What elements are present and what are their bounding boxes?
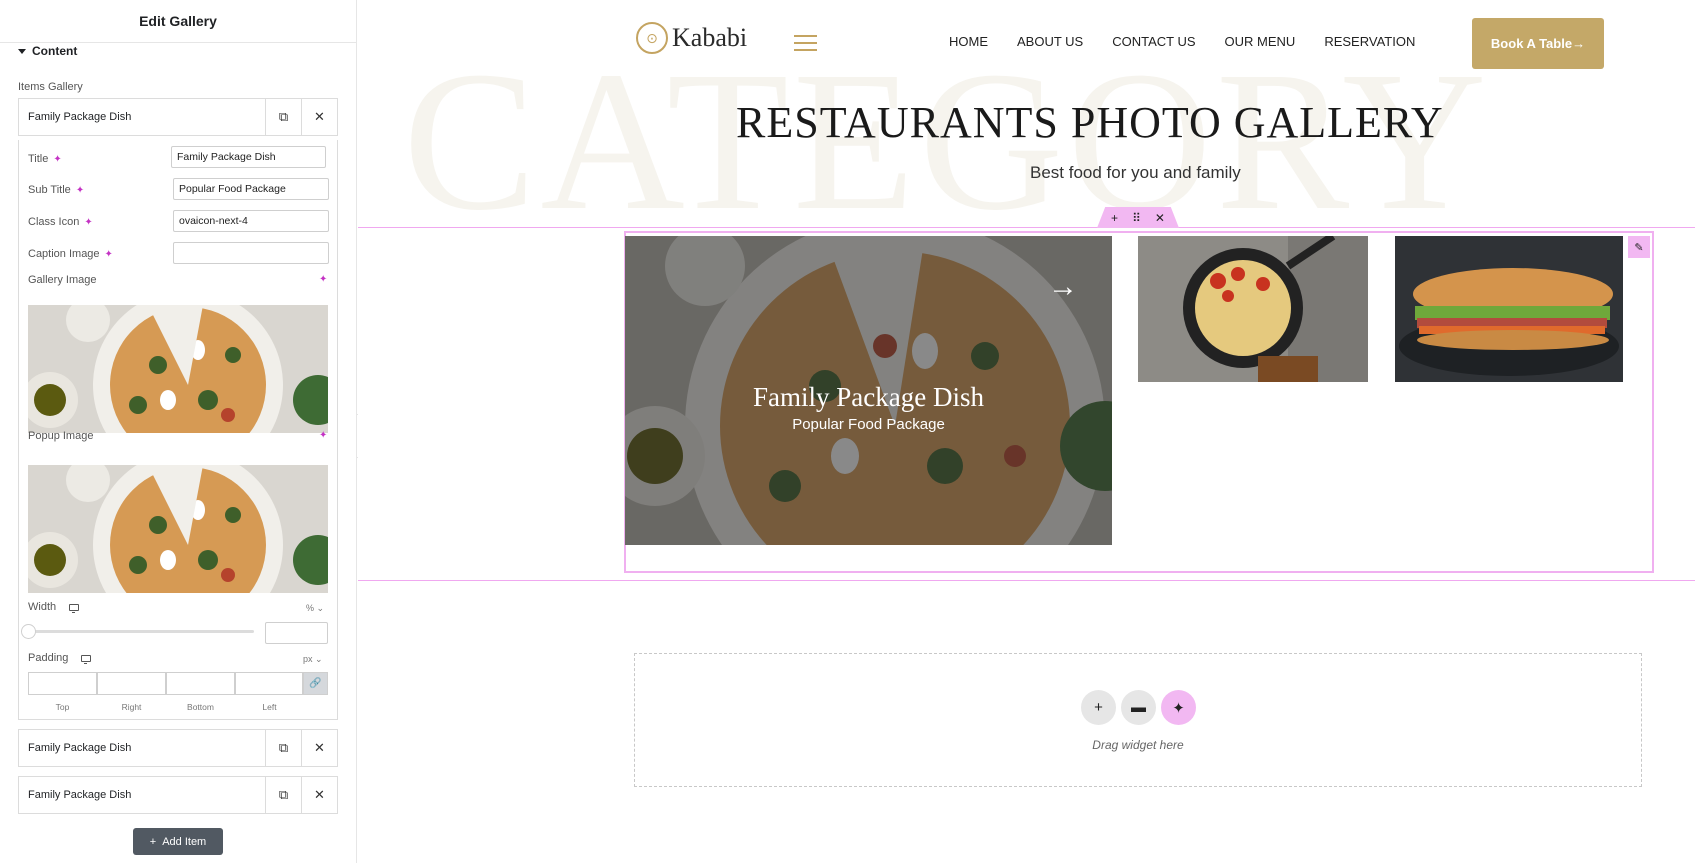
pasta-photo bbox=[1138, 236, 1368, 382]
featured-subtitle: Popular Food Package bbox=[792, 416, 945, 433]
caption-image-input[interactable] bbox=[173, 242, 329, 264]
class-icon-label: Class Icon ✦ bbox=[28, 216, 93, 228]
repeater-item-title: Family Package Dish bbox=[28, 742, 132, 754]
edit-widget-icon[interactable]: ✎ bbox=[1628, 236, 1650, 258]
arrow-right-icon: → bbox=[1572, 36, 1586, 51]
subtitle-input[interactable] bbox=[173, 178, 329, 200]
duplicate-icon[interactable]: ⧉ bbox=[265, 777, 301, 813]
repeater-item-body: Title✦ Sub Title✦ Class Icon✦ Caption Im… bbox=[18, 140, 338, 720]
section-label: Content bbox=[32, 44, 78, 58]
add-item-button[interactable]: + Add Item bbox=[133, 828, 223, 855]
gallery-subtitle: Best food for you and family bbox=[1030, 163, 1241, 182]
padding-right-input[interactable] bbox=[97, 672, 166, 695]
preview-canvas: CATEGORY ⊙ Kababi HOME ABOUT US CONTACT … bbox=[358, 0, 1695, 863]
padding-unit-select[interactable]: px ⌄ bbox=[303, 654, 323, 665]
width-label: Width bbox=[28, 601, 80, 613]
repeater-item-2[interactable]: Family Package Dish ⧉ ✕ bbox=[18, 729, 338, 767]
padding-bottom-label: Bottom bbox=[187, 702, 214, 712]
gallery-image-preview[interactable] bbox=[28, 305, 328, 433]
gallery-image-label: Gallery Image bbox=[28, 274, 97, 286]
folder-icon[interactable]: ▬ bbox=[1121, 690, 1156, 725]
site-logo[interactable]: ⊙ Kababi bbox=[636, 22, 747, 54]
subtitle-label: Sub Title ✦ bbox=[28, 184, 85, 196]
caret-down-icon bbox=[18, 48, 26, 54]
gallery-item-pasta[interactable] bbox=[1138, 236, 1368, 382]
featured-gallery-item[interactable]: → Family Package Dish Popular Food Packa… bbox=[625, 236, 1112, 545]
nav-about-us[interactable]: ABOUT US bbox=[1017, 34, 1083, 49]
nav-home[interactable]: HOME bbox=[949, 34, 988, 49]
close-icon[interactable]: ✕ bbox=[301, 99, 337, 135]
padding-top-input[interactable] bbox=[28, 672, 97, 695]
add-icon[interactable]: + bbox=[1111, 211, 1118, 225]
nav-contact-us[interactable]: CONTACT US bbox=[1112, 34, 1195, 49]
close-icon[interactable]: ✕ bbox=[1155, 211, 1165, 225]
arrow-right-icon[interactable]: → bbox=[1048, 270, 1078, 304]
link-icon[interactable]: 🔗 bbox=[303, 672, 328, 695]
drag-handle-icon[interactable]: ⠿ bbox=[1132, 211, 1141, 225]
padding-left-label: Left bbox=[262, 702, 277, 712]
pizza-image bbox=[28, 465, 328, 593]
pizza-image bbox=[28, 305, 328, 433]
add-icon[interactable]: + bbox=[1081, 690, 1116, 725]
popup-image-label: Popup Image bbox=[28, 430, 94, 442]
sparkle-icon[interactable]: ✦ bbox=[76, 185, 84, 196]
panel-title: Edit Gallery bbox=[0, 0, 356, 43]
gallery-title: RESTAURANTS PHOTO GALLERY bbox=[736, 98, 1444, 147]
caption-image-label: Caption Image ✦ bbox=[28, 248, 113, 260]
items-gallery-label: Items Gallery bbox=[18, 81, 83, 93]
repeater-item-title: Family Package Dish bbox=[28, 111, 132, 123]
plus-icon: + bbox=[149, 835, 157, 848]
repeater-item-1[interactable]: Family Package Dish ⧉ ✕ bbox=[18, 98, 338, 136]
title-input[interactable] bbox=[171, 146, 326, 168]
repeater-item-3[interactable]: Family Package Dish ⧉ ✕ bbox=[18, 776, 338, 814]
padding-left-input[interactable] bbox=[235, 672, 303, 695]
main-nav: HOME ABOUT US CONTACT US OUR MENU RESERV… bbox=[949, 34, 1415, 49]
desktop-icon[interactable] bbox=[81, 654, 92, 664]
padding-bottom-input[interactable] bbox=[166, 672, 235, 695]
sparkle-icon[interactable]: ✦ bbox=[319, 430, 327, 441]
padding-right-label: Right bbox=[121, 702, 142, 712]
class-icon-input[interactable] bbox=[173, 210, 329, 232]
widget-drop-zone[interactable]: + ▬ ✦ Drag widget here bbox=[634, 653, 1642, 787]
desktop-icon[interactable] bbox=[69, 603, 80, 613]
repeater-item-title: Family Package Dish bbox=[28, 789, 132, 801]
padding-label: Padding bbox=[28, 652, 92, 664]
duplicate-icon[interactable]: ⧉ bbox=[265, 99, 301, 135]
book-table-button[interactable]: Book A Table → bbox=[1472, 18, 1604, 69]
content-section-toggle[interactable]: Content bbox=[18, 44, 77, 58]
spoon-fork-icon: ⊙ bbox=[636, 22, 668, 54]
close-icon[interactable]: ✕ bbox=[301, 730, 337, 766]
nav-reservation[interactable]: RESERVATION bbox=[1324, 34, 1415, 49]
section-handle[interactable]: + ⠿ ✕ bbox=[1097, 207, 1179, 228]
sparkle-icon[interactable]: ✦ bbox=[105, 249, 113, 260]
editor-panel: Edit Gallery Content Items Gallery Famil… bbox=[0, 0, 357, 863]
sandwich-photo bbox=[1395, 236, 1623, 382]
close-icon[interactable]: ✕ bbox=[301, 777, 337, 813]
sparkle-icon[interactable]: ✦ bbox=[84, 217, 92, 228]
width-input[interactable] bbox=[265, 622, 328, 644]
width-slider-handle[interactable] bbox=[21, 624, 36, 639]
featured-title: Family Package Dish bbox=[753, 382, 984, 412]
sparkle-icon[interactable]: ✦ bbox=[319, 274, 327, 285]
duplicate-icon[interactable]: ⧉ bbox=[265, 730, 301, 766]
drag-widget-text: Drag widget here bbox=[1092, 738, 1184, 752]
sparkle-icon[interactable]: ✦ bbox=[1161, 690, 1196, 725]
gallery-item-sandwich[interactable] bbox=[1395, 236, 1623, 382]
hamburger-menu-icon[interactable] bbox=[794, 35, 817, 56]
width-unit-select[interactable]: % ⌄ bbox=[306, 603, 324, 614]
sparkle-icon[interactable]: ✦ bbox=[53, 154, 61, 165]
width-slider-track[interactable] bbox=[30, 630, 254, 633]
popup-image-preview[interactable] bbox=[28, 465, 328, 593]
padding-top-label: Top bbox=[55, 702, 70, 712]
nav-our-menu[interactable]: OUR MENU bbox=[1225, 34, 1296, 49]
title-label: Title ✦ bbox=[28, 153, 62, 165]
